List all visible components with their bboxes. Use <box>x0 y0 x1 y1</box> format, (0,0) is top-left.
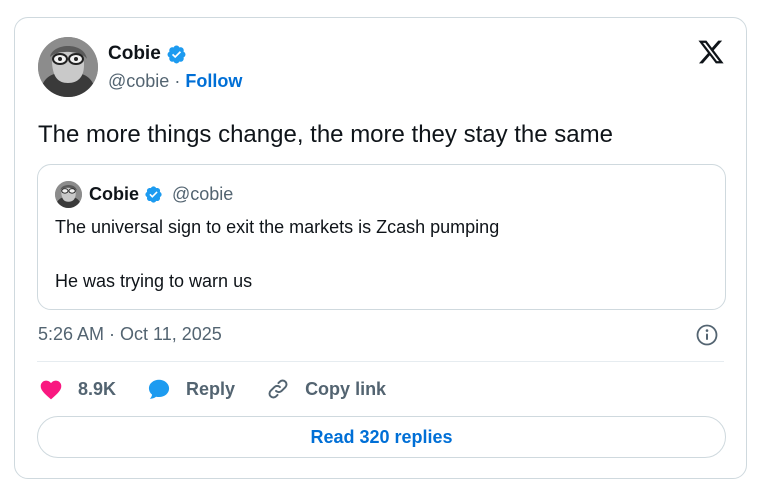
divider <box>37 361 724 362</box>
author-name-row: Cobie <box>108 43 187 65</box>
tweet-text: The more things change, the more they st… <box>38 121 613 148</box>
tweet-timestamp[interactable]: 5:26 AM · Oct 11, 2025 <box>38 324 222 345</box>
quoted-author-handle: @cobie <box>172 184 234 204</box>
follow-button[interactable]: Follow <box>185 71 242 91</box>
author-name[interactable]: Cobie <box>108 43 161 65</box>
like-count: 8.9K <box>78 378 117 399</box>
separator: · <box>174 71 181 91</box>
x-logo-icon[interactable] <box>696 38 726 66</box>
quoted-tweet-text-line2: He was trying to warn us <box>55 271 253 291</box>
info-icon[interactable] <box>695 323 719 347</box>
copy-link-button[interactable]: Copy link <box>265 376 386 402</box>
like-button[interactable]: 8.9K <box>38 376 116 402</box>
quoted-tweet-text-line1: The universal sign to exit the markets i… <box>55 217 500 237</box>
quoted-author-name: Cobie <box>89 184 140 204</box>
reply-label: Reply <box>186 378 236 399</box>
read-replies-button[interactable]: Read 320 replies <box>37 416 726 458</box>
quoted-tweet-header: Cobie @cobie <box>55 181 233 208</box>
tweet-card: Cobie @cobie · Follow The more things ch… <box>14 17 747 479</box>
speech-bubble-icon <box>148 379 170 399</box>
heart-icon <box>40 380 62 400</box>
reply-button[interactable]: Reply <box>146 376 235 402</box>
action-bar: 8.9K Reply Copy link <box>38 376 416 402</box>
quoted-tweet[interactable]: Cobie @cobie The universal sign to exit … <box>37 164 726 310</box>
verified-badge-icon <box>145 186 162 203</box>
author-handle-row: @cobie · Follow <box>108 71 242 92</box>
author-handle[interactable]: @cobie <box>108 71 169 91</box>
link-icon <box>268 379 288 399</box>
copy-link-label: Copy link <box>305 378 387 399</box>
verified-badge-icon <box>167 45 186 63</box>
quoted-author-avatar <box>55 181 82 208</box>
author-avatar[interactable] <box>38 37 98 97</box>
